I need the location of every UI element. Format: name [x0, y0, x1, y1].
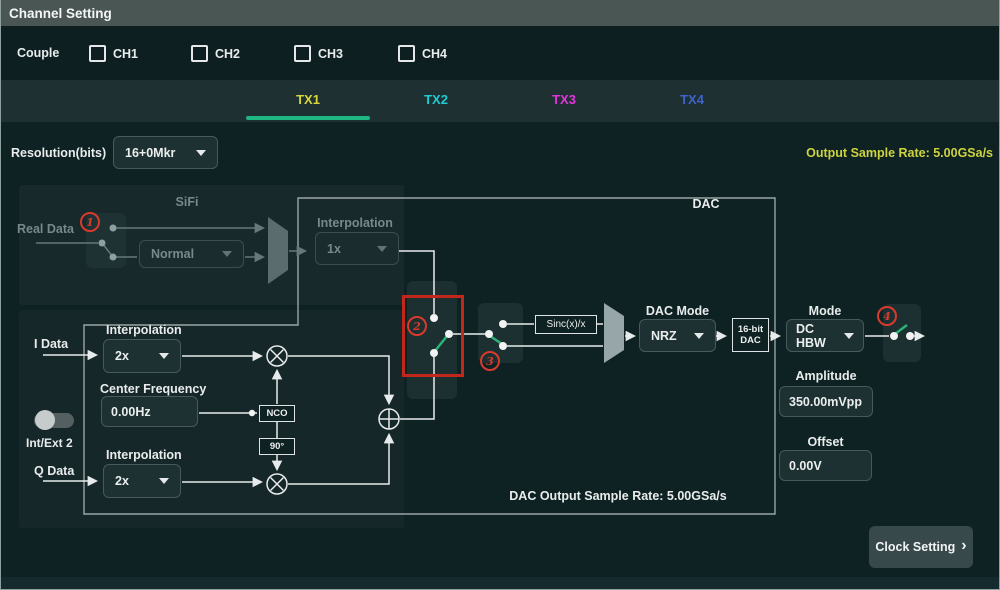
offset-value: 0.00V: [789, 459, 822, 473]
clock-setting-label: Clock Setting: [875, 540, 955, 554]
q-interp-value: 2x: [115, 474, 129, 488]
dac-mode-dropdown[interactable]: NRZ: [639, 319, 716, 352]
resolution-value: 16+0Mkr: [125, 146, 175, 160]
interp-top-value: 1x: [327, 242, 341, 256]
switch3[interactable]: [485, 320, 507, 350]
chevron-down-icon: [844, 333, 854, 339]
chevron-down-icon: [222, 251, 232, 257]
i-interp-value: 2x: [115, 349, 129, 363]
chevron-down-icon: [377, 246, 387, 252]
dac-16bit-line1: 16-bit: [738, 324, 763, 335]
annotation-4-badge: 4: [877, 306, 897, 326]
chevron-right-icon: ›: [961, 538, 966, 554]
amplitude-field[interactable]: 350.00mVpp: [779, 386, 873, 417]
clock-setting-button[interactable]: Clock Setting ›: [869, 526, 973, 568]
switch2[interactable]: [430, 314, 453, 357]
nco-box: NCO: [259, 405, 295, 422]
offset-field[interactable]: 0.00V: [779, 450, 872, 481]
dac-16bit-box: 16-bit DAC: [732, 318, 769, 352]
annotation-1-badge: 1: [80, 212, 100, 232]
channel-setting-window: Channel Setting Couple CH1 CH2 CH3 CH4 T…: [0, 0, 1000, 590]
annotation-2-badge: 2: [407, 316, 427, 336]
sifi-mode-dropdown[interactable]: Normal: [139, 240, 244, 268]
phase-90-box: 90°: [259, 438, 295, 455]
interp-top-dropdown[interactable]: 1x: [315, 232, 399, 265]
q-interp-dropdown[interactable]: 2x: [103, 464, 181, 498]
sinc-box: Sinc(x)/x: [535, 315, 597, 334]
main-mux: [604, 303, 624, 363]
int-ext-toggle-knob[interactable]: [35, 410, 55, 430]
sifi-switch-dots[interactable]: [99, 225, 117, 261]
signal-path-diagram: [1, 0, 1000, 590]
chevron-down-icon: [159, 353, 169, 359]
annotation-3-badge: 3: [480, 351, 500, 371]
output-mode-dropdown[interactable]: DC HBW: [786, 319, 864, 352]
center-frequency-field[interactable]: 0.00Hz: [101, 396, 198, 427]
sifi-mode-value: Normal: [151, 247, 194, 261]
dac-mode-value: NRZ: [651, 329, 677, 343]
chevron-down-icon: [159, 478, 169, 484]
resolution-dropdown[interactable]: 16+0Mkr: [113, 136, 218, 169]
dac-16bit-line2: DAC: [740, 335, 761, 346]
amplitude-value: 350.00mVpp: [789, 395, 862, 409]
output-mode-value: DC HBW: [796, 322, 844, 350]
i-interp-dropdown[interactable]: 2x: [103, 339, 181, 373]
switch4[interactable]: [890, 325, 914, 340]
chevron-down-icon: [196, 150, 206, 156]
center-frequency-value: 0.00Hz: [111, 405, 151, 419]
chevron-down-icon: [694, 333, 704, 339]
sifi-mux: [268, 217, 288, 284]
nco-junction-dot: [249, 410, 255, 416]
